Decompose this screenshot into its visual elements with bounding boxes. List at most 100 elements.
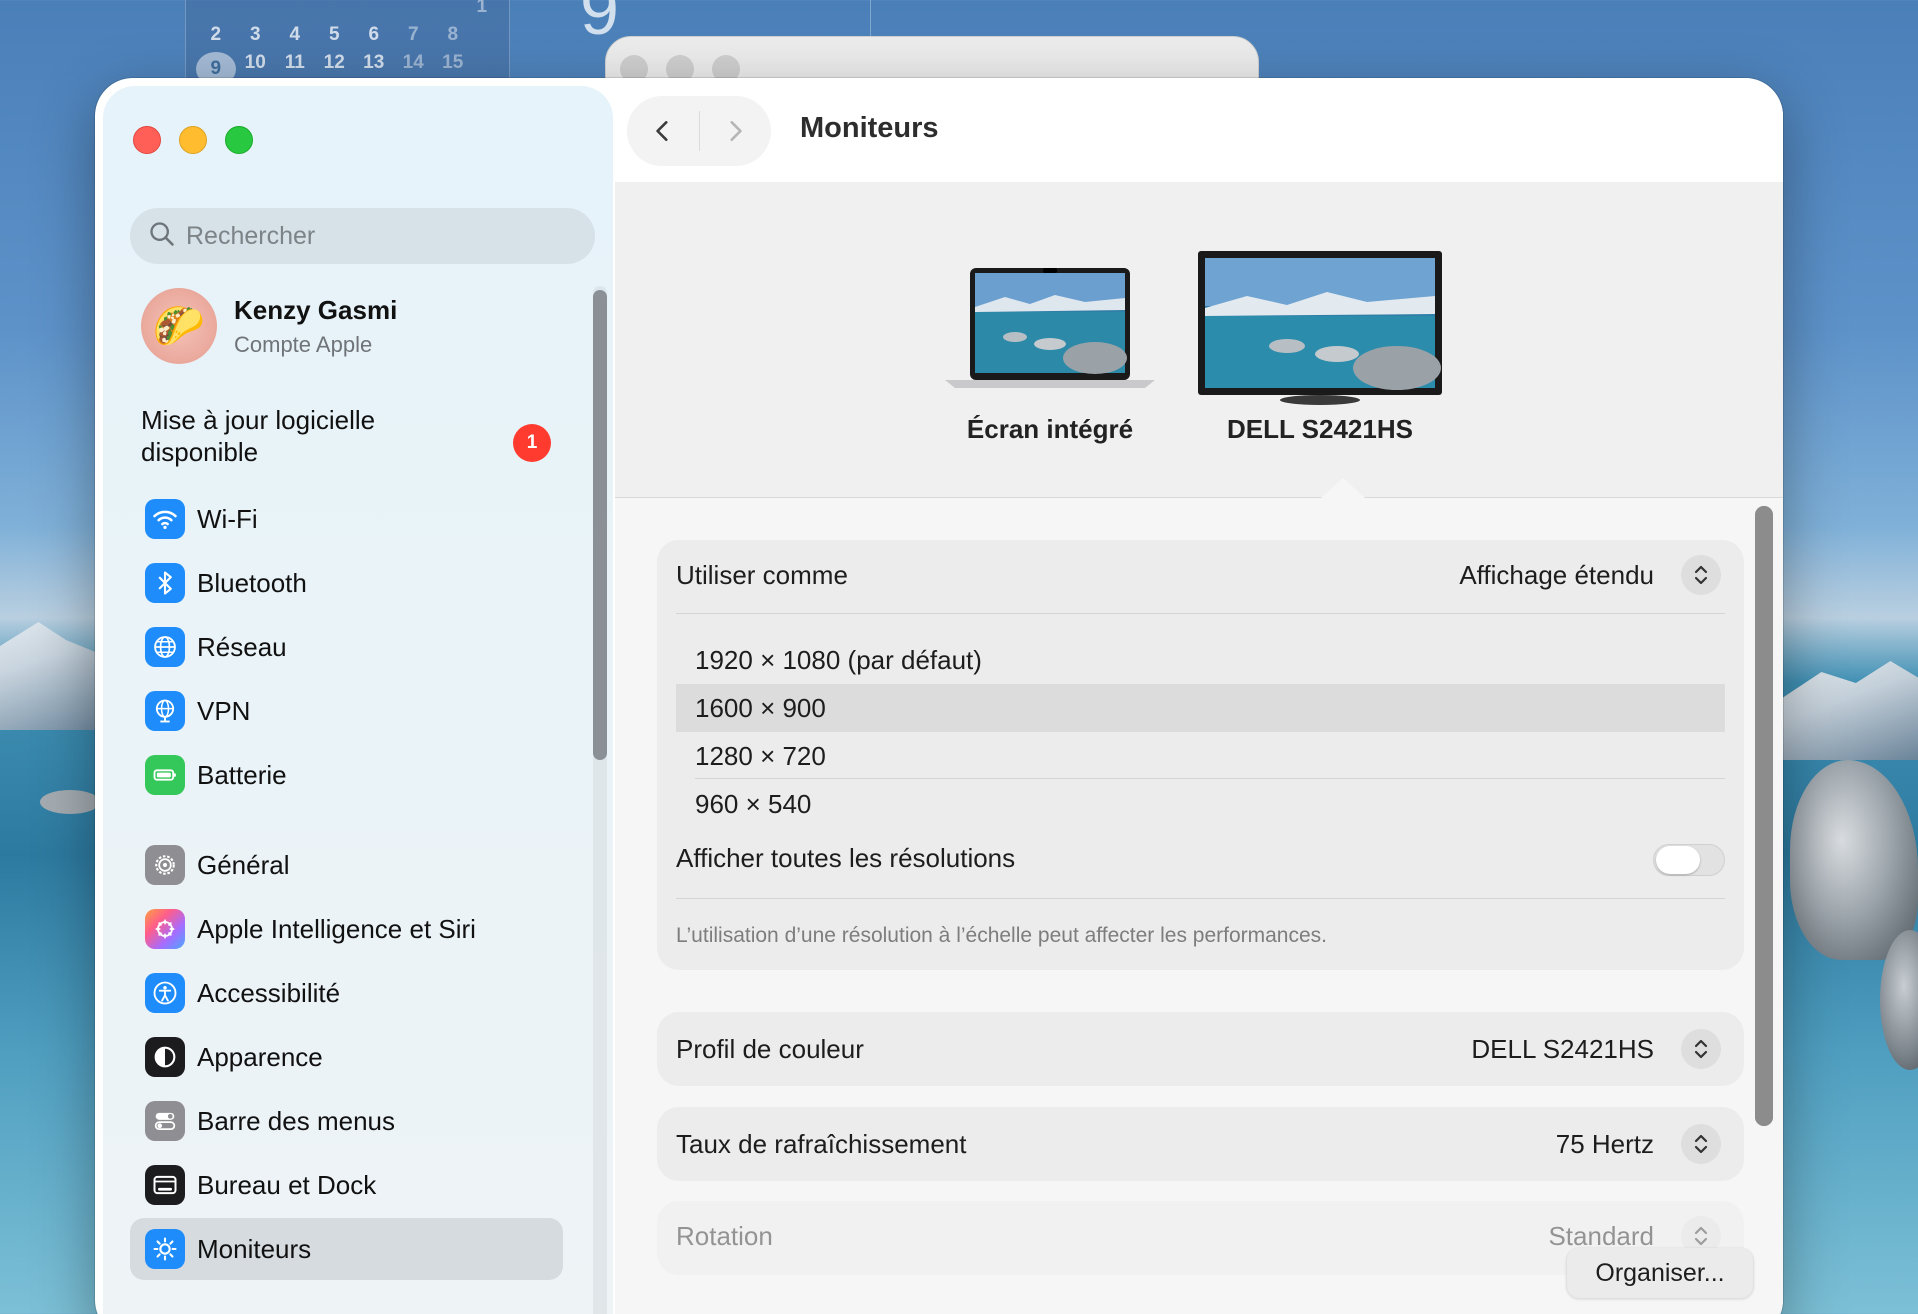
display-selector: Écran intégré DELL S2421HS: [615, 182, 1783, 498]
sidebar-item-label: Wi-Fi: [197, 503, 258, 534]
calendar-day: 4: [289, 24, 301, 45]
rotation-label: Rotation: [676, 1221, 773, 1251]
sidebar-item-label: Apparence: [197, 1041, 323, 1072]
window-minimize-button[interactable]: [179, 126, 207, 154]
resolution-option[interactable]: 960 × 540: [676, 780, 1725, 828]
avatar: 🌮: [141, 288, 217, 364]
display-label: DELL S2421HS: [1227, 414, 1413, 444]
scaling-note: L’utilisation d’une résolution à l’échel…: [676, 924, 1327, 947]
color-profile-value[interactable]: DELL S2421HS: [1471, 1034, 1654, 1065]
sidebar-item-label: Bluetooth: [197, 567, 307, 598]
accessibility-icon: [145, 973, 185, 1013]
menubar-icon: [145, 1101, 185, 1141]
desktop-wallpaper-rock: [40, 790, 100, 814]
battery-icon: [145, 755, 185, 795]
color-profile-row: Profil de couleur DELL S2421HS: [657, 1012, 1744, 1086]
chevron-left-icon: [656, 121, 668, 141]
color-profile-popup-button[interactable]: [1681, 1029, 1721, 1069]
sidebar-item-label: Apple Intelligence et Siri: [197, 913, 476, 944]
divider: [676, 613, 1725, 614]
sidebar-item-desktop-dock[interactable]: Bureau et Dock: [130, 1154, 563, 1216]
resolution-option[interactable]: 1280 × 720: [676, 732, 1725, 780]
calendar-widget[interactable]: 1 2 3 4 5 6 7 8 9 10 11 12 13 14 15: [185, 0, 510, 86]
sidebar-item-appearance[interactable]: Apparence: [130, 1026, 563, 1088]
sidebar-item-label: Barre des menus: [197, 1105, 395, 1136]
divider: [676, 898, 1725, 899]
desktop-wallpaper-mountain: [0, 622, 110, 730]
sidebar-item-label: Moniteurs: [197, 1233, 312, 1264]
use-as-label: Utiliser comme: [676, 560, 848, 590]
resolution-option[interactable]: 1920 × 1080 (par défaut): [676, 636, 1725, 684]
search-input[interactable]: [186, 221, 566, 251]
calendar-day: 2: [210, 24, 222, 45]
sidebar-item-menubar[interactable]: Barre des menus: [130, 1090, 563, 1152]
sidebar-item-accessibility[interactable]: Accessibilité: [130, 962, 563, 1024]
display-label: Écran intégré: [966, 414, 1134, 444]
chevron-up-down-icon: [1694, 1039, 1708, 1059]
sidebar-item-vpn[interactable]: VPN: [130, 680, 563, 742]
chevron-up-down-icon: [1694, 565, 1708, 585]
calendar-day: 3: [249, 24, 261, 45]
sidebar-item-wifi[interactable]: Wi-Fi: [130, 488, 563, 550]
sidebar-item-bluetooth[interactable]: Bluetooth: [130, 552, 563, 614]
sidebar-item-siri[interactable]: Apple Intelligence et Siri: [130, 898, 563, 960]
selected-display-pointer: [1321, 478, 1365, 498]
calendar-day: 7: [407, 24, 419, 45]
sidebar-item-label: Réseau: [197, 631, 287, 662]
search-field[interactable]: [130, 208, 595, 264]
dock-icon: [145, 1165, 185, 1205]
bluetooth-icon: [145, 563, 185, 603]
globe-icon: [145, 627, 185, 667]
calendar-day: 1: [476, 0, 488, 17]
sidebar-item-label: VPN: [197, 695, 251, 726]
account-subtitle: Compte Apple: [234, 331, 373, 357]
sidebar-item-displays[interactable]: Moniteurs: [130, 1218, 563, 1280]
calendar-day: 8: [447, 24, 459, 45]
software-update-item[interactable]: Mise à jour logicielle disponible 1: [141, 404, 561, 468]
refresh-rate-row: Taux de rafraîchissement 75 Hertz: [657, 1107, 1744, 1181]
back-button[interactable]: [627, 96, 699, 166]
gear-icon: [145, 845, 185, 885]
refresh-rate-label: Taux de rafraîchissement: [676, 1129, 967, 1159]
apple-account[interactable]: 🌮 Kenzy Gasmi Compte Apple: [141, 288, 397, 364]
sidebar-scrollbar-thumb[interactable]: [593, 290, 607, 760]
sidebar-item-label: Accessibilité: [197, 977, 341, 1008]
forward-button[interactable]: [700, 96, 772, 166]
appearance-icon: [145, 1037, 185, 1077]
refresh-rate-popup-button[interactable]: [1681, 1124, 1721, 1164]
vpn-globe-icon: [145, 691, 185, 731]
laptop-icon: [945, 268, 1155, 388]
toggle-knob: [1656, 846, 1700, 874]
sidebar-item-network[interactable]: Réseau: [130, 616, 563, 678]
display-builtin[interactable]: Écran intégré: [945, 262, 1155, 462]
sidebar-item-label: Général: [197, 849, 290, 880]
content-scrollbar-thumb[interactable]: [1755, 506, 1773, 1126]
monitor-icon: [1198, 251, 1442, 405]
organize-button[interactable]: Organiser...: [1567, 1248, 1753, 1298]
calendar-day: 6: [368, 24, 380, 45]
divider: [695, 778, 1725, 779]
wifi-icon: [145, 499, 185, 539]
use-as-value[interactable]: Affichage étendu: [1459, 560, 1654, 591]
refresh-rate-value[interactable]: 75 Hertz: [1556, 1129, 1654, 1160]
show-all-resolutions-label: Afficher toutes les résolutions: [676, 843, 1016, 873]
window-close-button[interactable]: [133, 126, 161, 154]
update-badge: 1: [513, 424, 551, 462]
sidebar-item-battery[interactable]: Batterie: [130, 744, 563, 806]
window-zoom-button[interactable]: [225, 126, 253, 154]
toolbar: [615, 78, 1783, 182]
chevron-up-down-icon: [1694, 1134, 1708, 1154]
sidebar: 🌮 Kenzy Gasmi Compte Apple Mise à jour l…: [103, 86, 613, 1314]
software-update-label: Mise à jour logicielle disponible: [141, 405, 376, 467]
search-icon: [148, 220, 176, 253]
chevron-right-icon: [730, 121, 742, 141]
resolution-option-selected[interactable]: 1600 × 900: [676, 684, 1725, 732]
sidebar-item-general[interactable]: Général: [130, 834, 563, 896]
resolution-group: Utiliser comme Affichage étendu 1920 × 1…: [657, 540, 1744, 970]
sidebar-item-label: Batterie: [197, 759, 287, 790]
account-name: Kenzy Gasmi: [234, 294, 398, 325]
use-as-popup-button[interactable]: [1681, 555, 1721, 595]
desktop-wallpaper-rock: [1790, 760, 1918, 960]
show-all-resolutions-toggle[interactable]: [1653, 844, 1725, 876]
display-external-selected[interactable]: DELL S2421HS: [1197, 250, 1457, 460]
